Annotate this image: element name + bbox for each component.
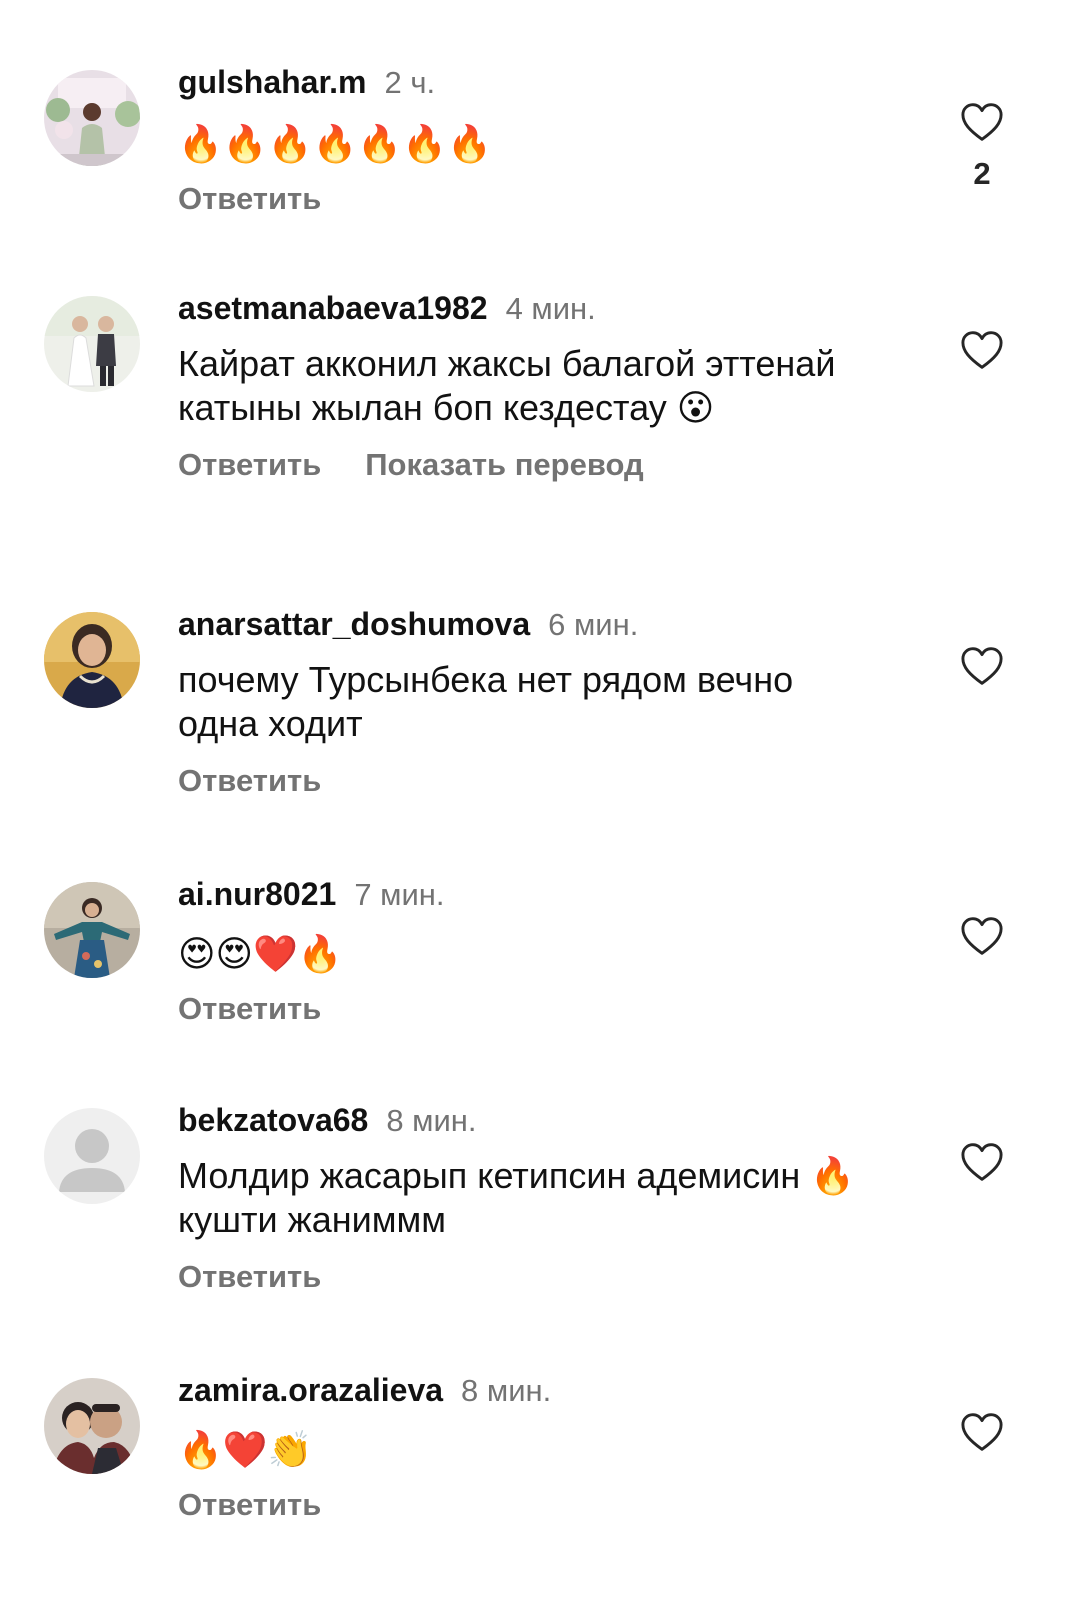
comment-meta: gulshahar.m 2 ч. bbox=[178, 62, 918, 102]
comment-meta: asetmanabaeva1982 4 мин. bbox=[178, 288, 918, 328]
timestamp: 7 мин. bbox=[354, 877, 445, 912]
comment-text: почему Турсынбека нет рядом вечно одна х… bbox=[178, 659, 794, 744]
username[interactable]: anarsattar_doshumova bbox=[178, 606, 530, 642]
comment-body: bekzatova68 8 мин. Молдир жасарып кетипси… bbox=[178, 1100, 918, 1296]
show-translation-button[interactable]: Показать перевод bbox=[365, 447, 643, 482]
comment-actions: Ответить bbox=[178, 1258, 918, 1296]
comment-text: 🔥🔥🔥🔥🔥🔥🔥 bbox=[178, 123, 492, 164]
avatar[interactable] bbox=[44, 1378, 140, 1474]
heart-icon[interactable] bbox=[960, 646, 1004, 686]
like-control bbox=[960, 1142, 1004, 1182]
comment-actions: Ответить bbox=[178, 180, 918, 218]
timestamp: 4 мин. bbox=[505, 291, 596, 326]
default-user-icon bbox=[44, 1108, 140, 1204]
comment-body: asetmanabaeva1982 4 мин. Кайрат акконил ж… bbox=[178, 288, 918, 484]
like-control bbox=[960, 646, 1004, 686]
like-control bbox=[960, 1412, 1004, 1452]
avatar-photo bbox=[44, 612, 140, 708]
heart-icon[interactable] bbox=[960, 1142, 1004, 1182]
avatar[interactable] bbox=[44, 296, 140, 392]
avatar-photo bbox=[44, 1378, 140, 1474]
timestamp: 2 ч. bbox=[384, 65, 436, 100]
reply-button[interactable]: Ответить bbox=[178, 1487, 321, 1522]
heart-icon[interactable] bbox=[960, 1412, 1004, 1452]
heart-icon[interactable] bbox=[960, 102, 1004, 142]
like-control bbox=[960, 916, 1004, 956]
comment-actions: Ответить bbox=[178, 762, 918, 800]
comment-meta: anarsattar_doshumova 6 мин. bbox=[178, 604, 918, 644]
comment-meta: bekzatova68 8 мин. bbox=[178, 1100, 918, 1140]
username[interactable]: bekzatova68 bbox=[178, 1102, 368, 1138]
username[interactable]: ai.nur8021 bbox=[178, 876, 336, 912]
avatar-photo bbox=[44, 882, 140, 978]
timestamp: 6 мин. bbox=[548, 607, 639, 642]
avatar[interactable] bbox=[44, 612, 140, 708]
reply-button[interactable]: Ответить bbox=[178, 181, 321, 216]
comment-meta: ai.nur8021 7 мин. bbox=[178, 874, 918, 914]
avatar-photo bbox=[44, 70, 140, 166]
avatar-photo bbox=[44, 296, 140, 392]
heart-icon[interactable] bbox=[960, 916, 1004, 956]
comment-actions: Ответить Показать перевод bbox=[178, 446, 918, 484]
username[interactable]: gulshahar.m bbox=[178, 64, 367, 100]
like-control: 2 bbox=[960, 102, 1004, 192]
timestamp: 8 мин. bbox=[386, 1103, 477, 1138]
avatar[interactable] bbox=[44, 70, 140, 166]
reply-button[interactable]: Ответить bbox=[178, 991, 321, 1026]
comment-actions: Ответить bbox=[178, 1486, 918, 1524]
comment-text: 🔥❤️👏 bbox=[178, 1429, 313, 1470]
comment-text: Молдир жасарып кетипсин адемисин 🔥 кушти… bbox=[178, 1155, 856, 1240]
heart-icon[interactable] bbox=[960, 330, 1004, 370]
reply-button[interactable]: Ответить bbox=[178, 447, 321, 482]
username[interactable]: zamira.orazalieva bbox=[178, 1372, 443, 1408]
comment-actions: Ответить bbox=[178, 990, 918, 1028]
avatar[interactable] bbox=[44, 1108, 140, 1204]
like-count: 2 bbox=[973, 156, 991, 191]
reply-button[interactable]: Ответить bbox=[178, 763, 321, 798]
like-control bbox=[960, 330, 1004, 370]
comment-body: ai.nur8021 7 мин. 😍😍❤️🔥 Ответить bbox=[178, 874, 918, 1028]
username[interactable]: asetmanabaeva1982 bbox=[178, 290, 488, 326]
reply-button[interactable]: Ответить bbox=[178, 1259, 321, 1294]
avatar[interactable] bbox=[44, 882, 140, 978]
comment-body: anarsattar_doshumova 6 мин. почему Турсын… bbox=[178, 604, 918, 800]
comment-meta: zamira.orazalieva 8 мин. bbox=[178, 1370, 918, 1410]
comment-body: gulshahar.m 2 ч. 🔥🔥🔥🔥🔥🔥🔥 Ответить bbox=[178, 62, 918, 218]
comment-body: zamira.orazalieva 8 мин. 🔥❤️👏 Ответить bbox=[178, 1370, 918, 1524]
timestamp: 8 мин. bbox=[461, 1373, 552, 1408]
comment-text: Кайрат акконил жаксы балагой эттенай кат… bbox=[178, 343, 836, 428]
comment-text: 😍😍❤️🔥 bbox=[178, 933, 343, 974]
